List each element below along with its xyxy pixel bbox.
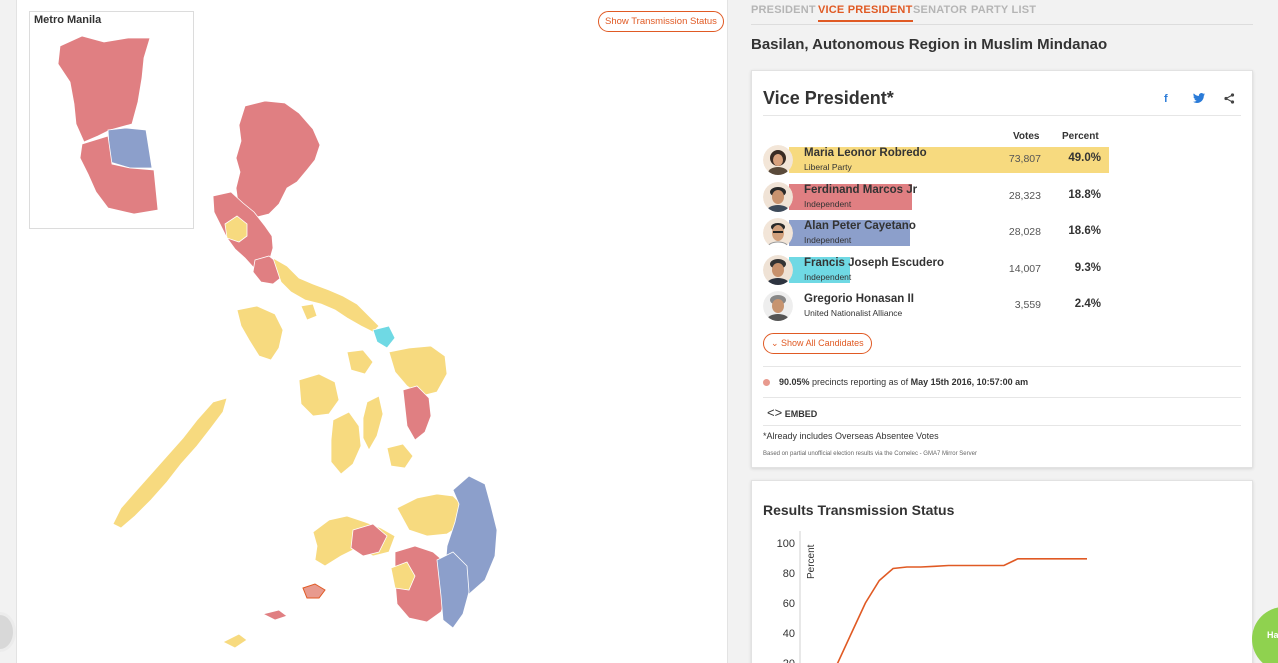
divider: [763, 425, 1241, 426]
transmission-chart[interactable]: 100 80 60 40 20 Percent: [752, 531, 1254, 663]
region-davao[interactable]: [436, 551, 470, 629]
region-bohol[interactable]: [386, 443, 414, 469]
code-brackets-icon: <>: [767, 405, 783, 420]
candidate-party: Liberal Party: [804, 162, 852, 172]
region-cebu[interactable]: [362, 395, 384, 451]
region-bicol[interactable]: [272, 257, 380, 333]
y-tick-label: 80: [783, 568, 795, 580]
map-pane: Metro Manila Show Transmission Status: [16, 0, 728, 663]
candidate-party: Independent: [804, 199, 852, 209]
precinct-status: 90.05% precincts reporting as of May 15t…: [763, 377, 1028, 387]
region-palawan[interactable]: [112, 397, 228, 529]
results-title: Vice President*: [763, 88, 894, 108]
candidate-name: Alan Peter Cayetano: [804, 220, 916, 232]
candidate-percent: 9.3%: [1074, 262, 1101, 274]
region-panay[interactable]: [298, 373, 340, 417]
candidate-votes: 28,323: [1008, 190, 1041, 202]
tab-vice-president[interactable]: VICE PRESIDENT: [818, 4, 913, 22]
happy-badge[interactable]: Hap: [1252, 607, 1278, 663]
region-mindoro[interactable]: [236, 305, 284, 361]
inset-region-blue[interactable]: [107, 127, 153, 169]
candidate-row-robredo[interactable]: Maria Leonor Robredo Liberal Party 73,80…: [763, 145, 1153, 175]
chevron-down-icon: ⌄: [771, 338, 782, 348]
transmission-status-card: Results Transmission Status 100 80 60 40 20 …: [751, 480, 1253, 663]
tab-president[interactable]: PRESIDENT: [751, 4, 816, 16]
candidate-votes: 73,807: [1008, 153, 1041, 165]
location-title: Basilan, Autonomous Region in Muslim Min…: [751, 36, 1108, 53]
show-all-label: Show All Candidates: [781, 338, 864, 348]
vice-president-results-card: Vice President* f Votes Percent Maria Le…: [751, 70, 1253, 468]
tab-party-list[interactable]: PARTY LIST: [971, 4, 1036, 16]
candidate-percent: 49.0%: [1068, 152, 1101, 164]
candidate-row-cayetano[interactable]: Alan Peter Cayetano Independent 28,028 1…: [763, 218, 1153, 248]
region-marinduque[interactable]: [300, 303, 318, 321]
tab-senator[interactable]: SENATOR: [913, 4, 967, 16]
source-note: Based on partial unofficial election res…: [763, 451, 977, 457]
precinct-percent: 90.05%: [779, 377, 810, 387]
metro-manila-map[interactable]: [30, 12, 195, 230]
candidate-row-honasan[interactable]: Gregorio Honasan II United Nationalist A…: [763, 291, 1153, 321]
candidate-percent: 18.8%: [1068, 189, 1101, 201]
header-divider: [763, 115, 1241, 116]
avatar: [763, 218, 793, 248]
avatar: [763, 182, 793, 212]
inset-title: Metro Manila: [34, 14, 102, 26]
race-tabs: PRESIDENT VICE PRESIDENT SENATOR PARTY L…: [751, 0, 1253, 25]
y-tick-label: 40: [783, 628, 795, 640]
share-icon[interactable]: [1224, 93, 1235, 107]
precinct-text: precincts reporting as of: [812, 377, 909, 387]
candidate-party: Independent: [804, 235, 852, 245]
show-transmission-button[interactable]: Show Transmission Status: [598, 11, 724, 32]
candidate-percent: 2.4%: [1074, 298, 1101, 310]
divider: [763, 366, 1241, 367]
precinct-time: May 15th 2016, 10:57:00 am: [910, 377, 1029, 387]
region-north-luzon[interactable]: [235, 100, 321, 218]
region-tawi-tawi[interactable]: [222, 633, 248, 649]
show-all-candidates-button[interactable]: ⌄ Show All Candidates: [763, 333, 872, 354]
page: Metro Manila Show Transmission Status PR…: [0, 0, 1278, 663]
y-axis-label: Percent: [806, 544, 817, 579]
candidate-party: United Nationalist Alliance: [804, 308, 903, 318]
candidate-percent: 18.6%: [1068, 225, 1101, 237]
transmission-line: [836, 557, 1087, 663]
candidate-votes: 3,559: [1014, 299, 1041, 311]
transmission-title: Results Transmission Status: [763, 502, 955, 518]
avatar: [763, 291, 793, 321]
candidate-party: Independent: [804, 272, 852, 282]
twitter-icon[interactable]: [1193, 93, 1205, 106]
y-tick-label: 20: [783, 658, 795, 663]
region-sulu[interactable]: [261, 609, 288, 621]
region-catanduanes[interactable]: [372, 325, 396, 349]
region-basilan[interactable]: [302, 583, 326, 599]
candidate-name: Francis Joseph Escudero: [804, 257, 944, 269]
footnote: *Already includes Overseas Absentee Vote…: [763, 431, 939, 441]
facebook-icon[interactable]: f: [1164, 93, 1168, 105]
inset-region-north[interactable]: [57, 35, 151, 143]
left-floating-badge[interactable]: [0, 612, 16, 652]
votes-header: Votes: [1013, 131, 1040, 142]
candidate-name: Ferdinand Marcos Jr: [804, 184, 918, 196]
divider: [763, 397, 1241, 398]
candidate-name: Gregorio Honasan II: [804, 293, 914, 305]
y-tick-label: 100: [777, 538, 795, 550]
avatar: [763, 145, 793, 175]
metro-manila-inset[interactable]: Metro Manila: [29, 11, 194, 229]
percent-header: Percent: [1062, 131, 1099, 142]
region-negros[interactable]: [330, 411, 362, 475]
candidate-votes: 28,028: [1008, 226, 1041, 238]
candidate-votes: 14,007: [1008, 263, 1041, 275]
candidate-name: Maria Leonor Robredo: [804, 147, 927, 159]
embed-button[interactable]: <> EMBED: [767, 405, 817, 420]
candidate-row-escudero[interactable]: Francis Joseph Escudero Independent 14,0…: [763, 255, 1153, 285]
y-tick-label: 60: [783, 598, 795, 610]
candidate-row-marcos[interactable]: Ferdinand Marcos Jr Independent 28,323 1…: [763, 182, 1153, 212]
status-dot-icon: [763, 379, 770, 386]
region-masbate[interactable]: [346, 349, 374, 375]
avatar: [763, 255, 793, 285]
embed-label: EMBED: [784, 409, 818, 419]
